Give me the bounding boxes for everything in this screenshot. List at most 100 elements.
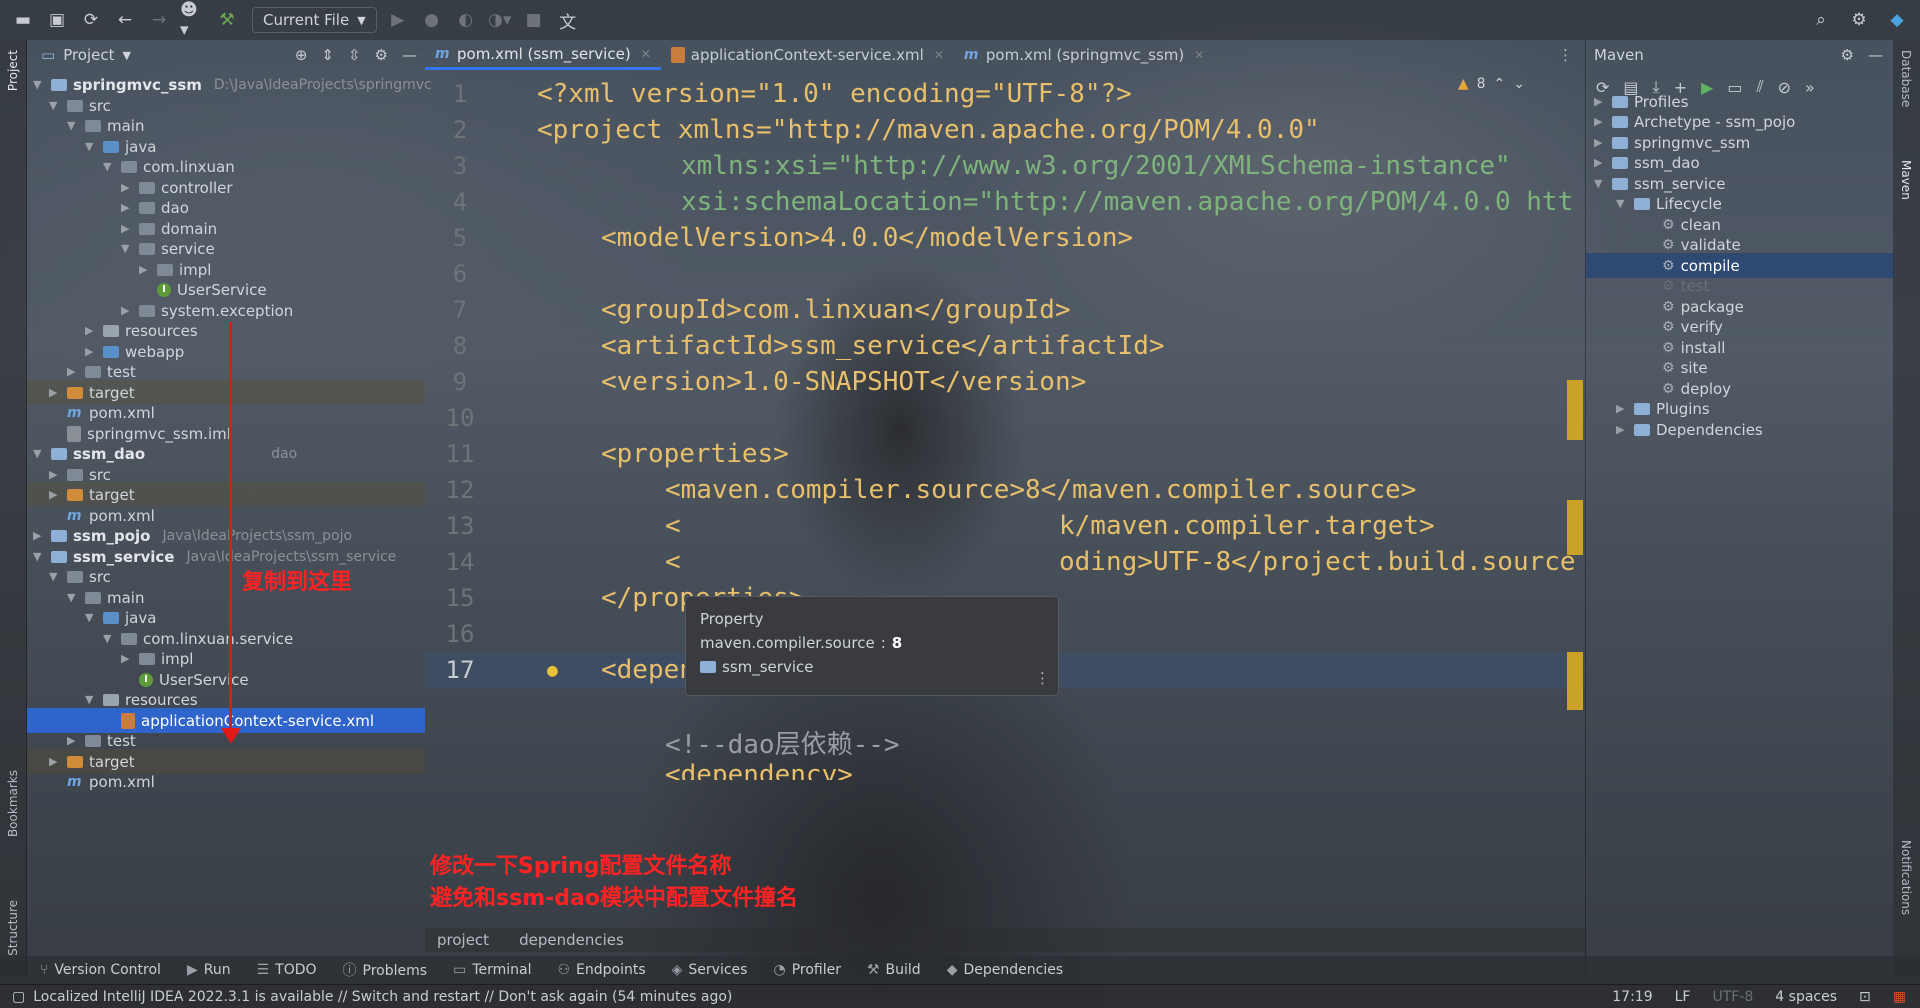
chevron-right-icon[interactable]: ▶ [49, 755, 61, 768]
tool-tab-terminal[interactable]: ▭ Terminal [453, 962, 531, 978]
close-icon[interactable]: ✕ [934, 48, 944, 62]
code-line[interactable]: 1 <?xml version="1.0" encoding="UTF-8"?> [425, 76, 1585, 112]
chevron-right-icon[interactable]: ▶ [1616, 423, 1628, 436]
tab-pom-springmvc-ssm[interactable]: m pom.xml (springmvc_ssm) ✕ [954, 40, 1214, 70]
profile-icon[interactable]: ◑▾ [487, 7, 513, 33]
close-icon[interactable]: ✕ [1194, 48, 1204, 62]
line-separator[interactable]: LF [1675, 989, 1691, 1005]
breadcrumb-item[interactable]: project [437, 931, 489, 949]
tool-tab-profiler[interactable]: ◔ Profiler [773, 962, 841, 978]
maven-tool-tab[interactable]: Maven [1899, 160, 1913, 200]
chevron-down-icon[interactable]: ▼ [33, 447, 45, 460]
search-icon[interactable]: ⌕ [1808, 7, 1834, 33]
caret-position[interactable]: 17:19 [1612, 989, 1652, 1005]
project-panel-title[interactable]: Project [63, 46, 114, 64]
maven-item-dependencies[interactable]: ▶ Dependencies [1586, 417, 1894, 442]
build-hammer-icon[interactable]: ⚒ [214, 7, 240, 33]
chevron-right-icon[interactable]: ▶ [121, 181, 133, 194]
code-line[interactable]: 4 xsi:schemaLocation="http://maven.apache… [425, 184, 1585, 220]
scrollbar-warning-mark[interactable] [1567, 652, 1583, 710]
chevron-down-icon[interactable]: ▼ [33, 550, 45, 563]
code-line[interactable]: 10 [425, 400, 1585, 436]
tool-tab-version-control[interactable]: ⑂ Version Control [40, 962, 161, 978]
chevron-down-icon[interactable]: ▼ [67, 119, 79, 132]
chevron-right-icon[interactable]: ▶ [1594, 136, 1606, 149]
panel-settings-icon[interactable]: ⚙ [1841, 46, 1854, 64]
chevron-down-icon[interactable]: ▼ [85, 140, 97, 153]
code-line[interactable]: 5 <modelVersion>4.0.0</modelVersion> [425, 220, 1585, 256]
tab-application-context-service[interactable]: applicationContext-service.xml ✕ [661, 40, 954, 70]
tool-tab-dependencies[interactable]: ◆ Dependencies [947, 962, 1063, 978]
indent-setting[interactable]: 4 spaces [1775, 989, 1837, 1005]
chevron-down-icon[interactable]: ▼ [103, 632, 115, 645]
code-line[interactable]: <!--dao层依赖--> [425, 724, 1585, 760]
code-line[interactable]: 13 < k/maven.compiler.target> [425, 508, 1585, 544]
collapse-all-icon[interactable]: ⇳ [348, 46, 361, 64]
hide-panel-icon[interactable]: — [402, 46, 417, 64]
chevron-right-icon[interactable]: ▶ [1594, 156, 1606, 169]
chevron-down-icon[interactable]: ▼ [67, 591, 79, 604]
scrollbar-warning-mark[interactable] [1567, 380, 1583, 440]
intention-bulb-icon[interactable]: ● [547, 660, 558, 681]
code-line[interactable]: 6 [425, 256, 1585, 292]
expand-all-icon[interactable]: ⇕ [321, 46, 334, 64]
stop-icon[interactable]: ■ [521, 7, 547, 33]
breadcrumb-item[interactable]: dependencies [519, 931, 624, 949]
chevron-right-icon[interactable]: ▶ [85, 345, 97, 358]
chevron-down-icon[interactable]: ▼ [33, 78, 45, 91]
file-encoding[interactable]: UTF-8 [1712, 989, 1753, 1005]
project-tool-tab[interactable]: Project [6, 50, 20, 91]
more-options-icon[interactable]: ⋮ [1035, 669, 1050, 687]
open-folder-icon[interactable]: ▬ [10, 7, 36, 33]
chevron-down-icon[interactable]: ▼ [85, 693, 97, 706]
chevron-right-icon[interactable]: ▶ [67, 365, 79, 378]
chevron-right-icon[interactable]: ▶ [49, 386, 61, 399]
run-icon[interactable]: ▶ [385, 7, 411, 33]
chevron-down-icon[interactable]: ▼ [123, 49, 131, 62]
chevron-right-icon[interactable]: ▶ [33, 529, 45, 542]
chevron-right-icon[interactable]: ▶ [67, 734, 79, 747]
chevron-down-icon[interactable]: ▼ [103, 160, 115, 173]
tool-tab-services[interactable]: ◈ Services [672, 962, 748, 978]
code-line[interactable]: 11 <properties> [425, 436, 1585, 472]
code-line[interactable]: 14 < oding>UTF-8</project.build.source [425, 544, 1585, 580]
chevron-right-icon[interactable]: ▶ [121, 222, 133, 235]
chevron-right-icon[interactable]: ▶ [121, 201, 133, 214]
chevron-down-icon[interactable]: ▼ [1616, 197, 1628, 210]
tool-tab-problems[interactable]: ⓘ Problems [343, 960, 428, 980]
bookmarks-tool-tab[interactable]: Bookmarks [6, 770, 20, 837]
settings-gear-icon[interactable]: ⚙ [1846, 7, 1872, 33]
user-icon[interactable]: ☻▾ [180, 0, 206, 40]
chevron-right-icon[interactable]: ▶ [49, 468, 61, 481]
locate-icon[interactable]: ⊕ [295, 46, 308, 64]
chevron-down-icon[interactable]: ▼ [1594, 177, 1606, 190]
tool-tab-run[interactable]: ▶ Run [187, 962, 231, 978]
tool-tab-build[interactable]: ⚒ Build [867, 962, 921, 978]
notifications-tool-tab[interactable]: Notifications [1899, 840, 1913, 915]
code-line[interactable]: 9 <version>1.0-SNAPSHOT</version> [425, 364, 1585, 400]
code-line[interactable]: <dependency> [425, 760, 1585, 780]
chevron-down-icon[interactable]: ▼ [49, 570, 61, 583]
sync-icon[interactable]: ⟳ [78, 7, 104, 33]
back-icon[interactable]: ← [112, 7, 138, 33]
ide-logo-icon[interactable]: ◆ [1884, 7, 1910, 33]
chevron-right-icon[interactable]: ▶ [1594, 115, 1606, 128]
chevron-right-icon[interactable]: ▶ [139, 263, 151, 276]
database-tool-tab[interactable]: Database [1899, 50, 1913, 107]
chevron-down-icon[interactable]: ▼ [121, 242, 133, 255]
run-configuration-select[interactable]: Current File ▼ [252, 7, 377, 33]
scrollbar-warning-mark[interactable] [1567, 500, 1583, 555]
chevron-right-icon[interactable]: ▶ [121, 304, 133, 317]
tree-item[interactable]: m pom.xml [67, 769, 155, 794]
more-tabs-icon[interactable]: ⋮ [1558, 46, 1585, 70]
code-line[interactable]: 3 xmlns:xsi="http://www.w3.org/2001/XMLSc… [425, 148, 1585, 184]
tool-tab-endpoints[interactable]: ⚇ Endpoints [557, 962, 645, 978]
chevron-right-icon[interactable]: ▶ [49, 488, 61, 501]
debug-icon[interactable]: ● [419, 7, 445, 33]
tool-tab-todo[interactable]: ☰ TODO [257, 962, 317, 978]
hide-panel-icon[interactable]: — [1868, 46, 1883, 64]
code-line[interactable]: 2 <project xmlns="http://maven.apache.org… [425, 112, 1585, 148]
chevron-right-icon[interactable]: ▶ [121, 652, 133, 665]
chevron-right-icon[interactable]: ▶ [1594, 95, 1606, 108]
status-message[interactable]: Localized IntelliJ IDEA 2022.3.1 is avai… [33, 989, 732, 1005]
